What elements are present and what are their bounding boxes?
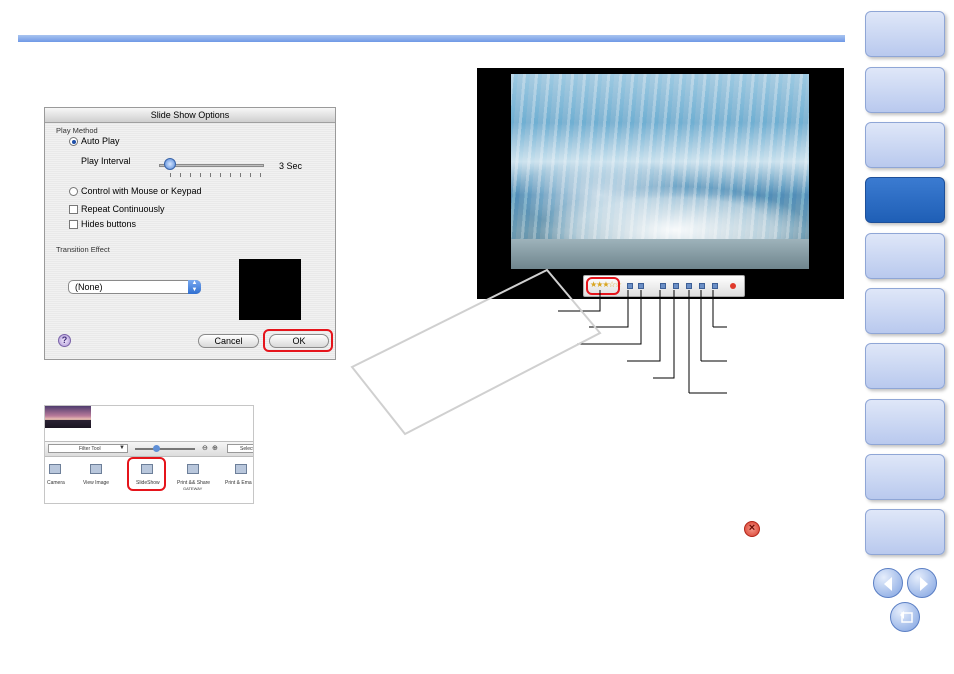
return-icon [900,611,913,623]
next-page-button[interactable] [907,568,937,598]
side-tab-9[interactable] [865,454,945,500]
watermark [350,268,602,436]
side-tab-6[interactable] [865,288,945,334]
side-tab-7[interactable] [865,343,945,389]
side-tab-2[interactable] [865,67,945,113]
return-button[interactable] [890,602,920,632]
callout-lines [350,268,727,436]
arrow-left-icon [884,577,892,591]
side-tab-5[interactable] [865,233,945,279]
side-tab-1[interactable] [865,11,945,57]
side-tab-4-active[interactable] [865,177,945,223]
side-tab-10[interactable] [865,509,945,555]
previous-page-button[interactable] [873,568,903,598]
side-tab-8[interactable] [865,399,945,445]
side-tab-3[interactable] [865,122,945,168]
callout-line-check [589,290,629,328]
callout-line-first [627,290,661,362]
close-icon: × [744,521,760,537]
callout-line-previous [653,290,675,379]
arrow-right-icon [920,577,928,591]
